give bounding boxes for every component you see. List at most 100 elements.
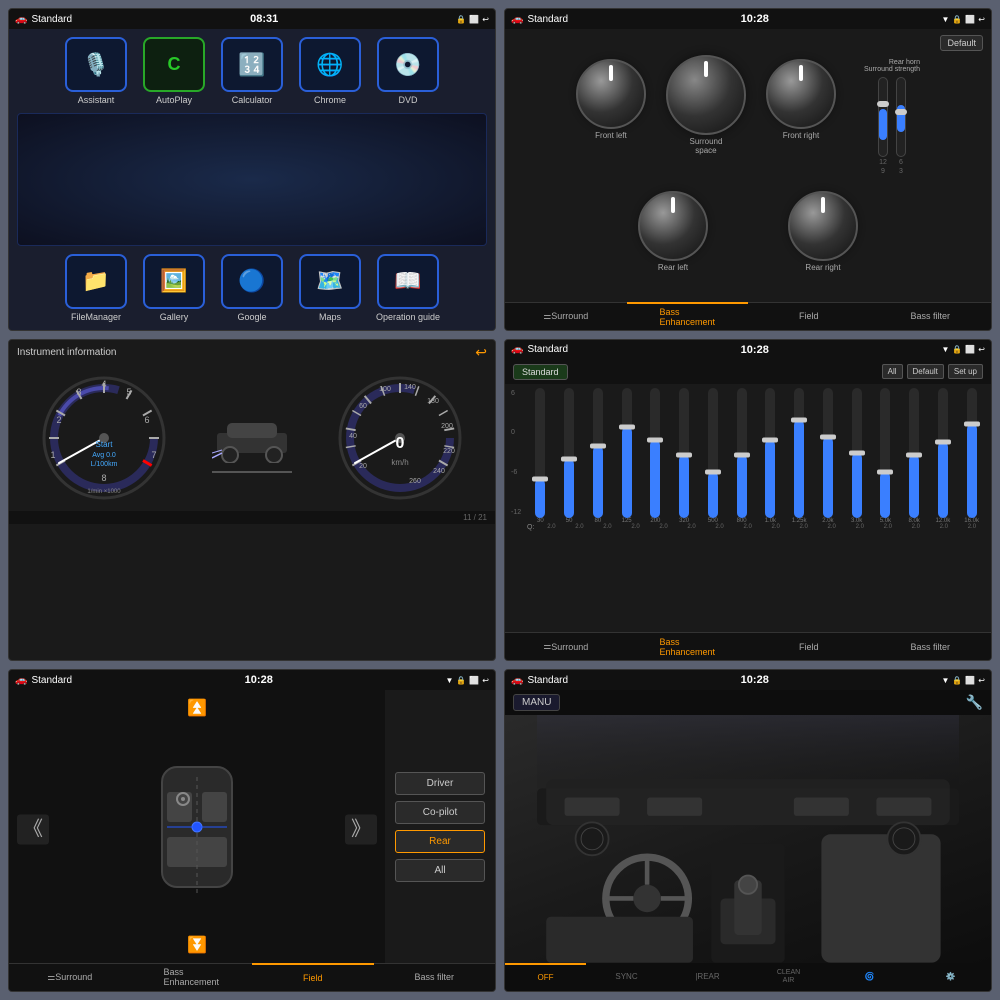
eq-band-12.0k[interactable] — [930, 388, 957, 518]
tab-field-p2[interactable]: Field — [748, 302, 870, 330]
time-p6: 10:28 — [741, 674, 769, 686]
default-btn-p4[interactable]: Default — [907, 364, 944, 379]
rear-btn[interactable]: Rear — [395, 830, 485, 853]
default-button[interactable]: Default — [940, 35, 983, 51]
ac-content: MANU 🔧 — [505, 690, 991, 991]
opguide-label: Operation guide — [376, 312, 440, 322]
app-filemanager[interactable]: 📁 FileManager — [60, 254, 132, 322]
app-opguide[interactable]: 📖 Operation guide — [372, 254, 444, 322]
eq-band-1.0k[interactable] — [757, 388, 784, 518]
fan-tab[interactable]: 🌀 — [829, 963, 910, 991]
knob-surround[interactable]: Surroundspace — [666, 55, 746, 155]
svg-text:7: 7 — [151, 450, 156, 460]
eq-band-2.0k[interactable] — [815, 388, 842, 518]
tab-field-p5[interactable]: Field — [252, 963, 374, 991]
eq-band-200[interactable] — [642, 388, 669, 518]
tab-bass-eq[interactable]: BassEnhancement — [627, 632, 749, 660]
app-chrome[interactable]: 🌐 Chrome — [294, 37, 366, 105]
tab-bass-p2[interactable]: BassEnhancement — [627, 302, 749, 330]
tab-bass-p5[interactable]: BassEnhancement — [131, 963, 253, 991]
tab-bassfilter-p2[interactable]: Bass filter — [870, 302, 992, 330]
tab-surround-p5[interactable]: ⚌ Surround — [9, 963, 131, 991]
app-dvd[interactable]: 💿 DVD — [372, 37, 444, 105]
app-assistant[interactable]: 🎙️ Assistant — [60, 37, 132, 105]
y-label-neg12: -12 — [511, 509, 527, 516]
manu-badge: MANU — [513, 694, 560, 711]
eq-band-800[interactable] — [728, 388, 755, 518]
setup-btn[interactable]: Set up — [948, 364, 983, 379]
surround-knob[interactable] — [666, 55, 746, 135]
knob-front-right[interactable]: Front right — [766, 59, 836, 140]
eq-band-30[interactable] — [527, 388, 554, 518]
svg-text:km/h: km/h — [392, 458, 409, 467]
driver-btn[interactable]: Driver — [395, 772, 485, 795]
panel-field: 🚗 Standard 10:28 ▼ 🔒 ⬜ ↩ ⏫ — [8, 669, 496, 992]
back-icon-p3[interactable]: ↩ — [475, 344, 487, 361]
car-icon-p4: 🚗 — [511, 344, 523, 355]
all-btn[interactable]: All — [882, 364, 903, 379]
eq-band-1.25k[interactable] — [786, 388, 813, 518]
clean-air-tab[interactable]: CLEANAIR — [748, 963, 829, 991]
eq-band-500[interactable] — [700, 388, 727, 518]
svg-text:0: 0 — [396, 435, 405, 452]
eq-band-50[interactable] — [556, 388, 583, 518]
eq-band-5.0k[interactable] — [872, 388, 899, 518]
front-left-knob[interactable] — [576, 59, 646, 129]
seat-right-icon[interactable]: 》 — [345, 814, 377, 844]
instrument-main: 8 1 2 3 4 5 6 7 Start Avg 0.0 L/100km — [9, 365, 495, 511]
knob-front-left[interactable]: Front left — [576, 59, 646, 140]
time-p1: 08:31 — [250, 13, 278, 25]
all-seats-btn[interactable]: All — [395, 859, 485, 882]
ac-settings-tab[interactable]: ⚙️ — [910, 963, 991, 991]
svg-text:6: 6 — [144, 415, 149, 425]
copilot-btn[interactable]: Co-pilot — [395, 801, 485, 824]
speedometer: 20 40 60 100 140 180 200 220 240 260 0 k… — [335, 373, 465, 503]
svg-text:Start: Start — [95, 440, 113, 449]
tab-field-eq[interactable]: Field — [748, 632, 870, 660]
front-right-knob[interactable] — [766, 59, 836, 129]
car-icon-p2: 🚗 — [511, 14, 523, 25]
lock-icon-p2: 🔒 — [952, 15, 962, 24]
eq-band-80[interactable] — [585, 388, 612, 518]
app-gallery[interactable]: 🖼️ Gallery — [138, 254, 210, 322]
eq-tabs: ⚌ Surround BassEnhancement Field Bass fi… — [505, 632, 991, 660]
svg-text:3: 3 — [76, 387, 81, 397]
window-icon-p1: ⬜ — [469, 15, 479, 24]
eq-band-320[interactable] — [671, 388, 698, 518]
knob-rear-left[interactable]: Rear left — [638, 191, 708, 272]
eq-icon-p5: ⚌ — [47, 972, 55, 983]
seat-down-icon[interactable]: ⏬ — [187, 937, 207, 954]
car-icon-p1: 🚗 — [15, 14, 27, 25]
knob-rear-right[interactable]: Rear right — [788, 191, 858, 272]
svg-text:260: 260 — [409, 478, 421, 485]
rear-right-knob[interactable] — [788, 191, 858, 261]
eq-band-16.0k[interactable] — [958, 388, 985, 518]
eq-band-125[interactable] — [613, 388, 640, 518]
tab-surround-eq[interactable]: ⚌ Surround — [505, 632, 627, 660]
app-calculator[interactable]: 🔢 Calculator — [216, 37, 288, 105]
tab-bassfilter-eq[interactable]: Bass filter — [870, 632, 992, 660]
preset-standard-btn[interactable]: Standard — [513, 364, 568, 380]
app-maps[interactable]: 🗺️ Maps — [294, 254, 366, 322]
eq-band-3.0k[interactable] — [843, 388, 870, 518]
app-autoplay[interactable]: C AutoPlay — [138, 37, 210, 105]
rear-ac-tab[interactable]: |REAR — [667, 963, 748, 991]
seat-up-icon[interactable]: ⏫ — [187, 700, 207, 717]
wifi-icon-p4: ▼ — [941, 345, 949, 354]
svg-text:20: 20 — [359, 463, 367, 470]
tab-surround-p2[interactable]: ⚌ Surround — [505, 302, 627, 330]
sync-tab[interactable]: SYNC — [586, 963, 667, 991]
panel-apps: 🚗 Standard 08:31 🔒 ⬜ ↩ 🎙️ Assistant C — [8, 8, 496, 331]
off-tab[interactable]: OFF — [505, 963, 586, 991]
svg-text:2: 2 — [56, 415, 61, 425]
seat-left-icon[interactable]: 《 — [17, 814, 49, 844]
status-label-p2: Standard — [527, 14, 568, 25]
svg-text:1: 1 — [50, 450, 55, 460]
app-google[interactable]: 🔵 Google — [216, 254, 288, 322]
dvd-label: DVD — [398, 95, 417, 105]
tab-bassfilter-p5[interactable]: Bass filter — [374, 963, 496, 991]
rear-left-knob[interactable] — [638, 191, 708, 261]
settings-icon-p6[interactable]: 🔧 — [966, 694, 983, 711]
status-bar-p5: 🚗 Standard 10:28 ▼ 🔒 ⬜ ↩ — [9, 670, 495, 690]
eq-band-8.0k[interactable] — [901, 388, 928, 518]
